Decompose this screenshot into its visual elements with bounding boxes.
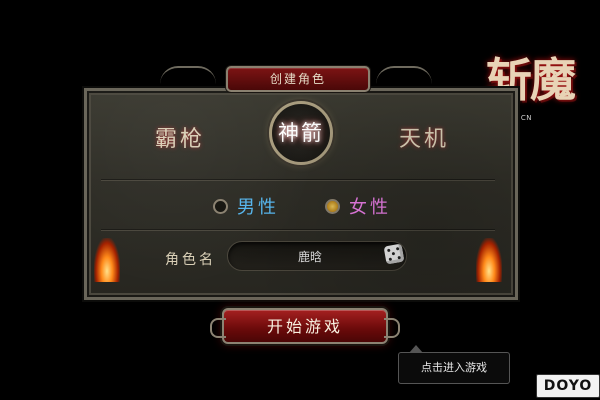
divider [101, 179, 495, 180]
gender-option-male[interactable]: 男性 [213, 193, 279, 219]
random-name-dice-icon[interactable] [383, 243, 405, 265]
gender-male-label: 男性 [237, 197, 279, 218]
radio-male[interactable] [213, 198, 228, 214]
divider [101, 229, 495, 230]
character-name-input[interactable]: 鹿晗 [227, 241, 407, 271]
class-tab-archer-selected[interactable]: 神箭 [269, 101, 333, 165]
gender-option-female[interactable]: 女性 [325, 193, 391, 219]
radio-female[interactable] [325, 198, 340, 214]
gender-female-label: 女性 [349, 197, 391, 218]
class-selector: 霸枪 神箭 天机 [87, 91, 515, 181]
gender-selector: 男性 女性 [87, 187, 515, 223]
create-character-panel: 霸枪 神箭 天机 男性 女性 角色名 鹿晗 [84, 88, 518, 300]
class-tab-tianji[interactable]: 天机 [399, 121, 449, 153]
dialog-title: 创建角色 [226, 66, 370, 92]
name-label: 角色名 [165, 252, 216, 268]
flame-icon [476, 238, 502, 282]
watermark: DOYO [536, 374, 600, 398]
start-game-button[interactable]: 开始游戏 [210, 308, 400, 344]
class-tab-spear[interactable]: 霸枪 [155, 121, 205, 153]
name-row: 角色名 鹿晗 [87, 239, 515, 279]
tooltip: 点击进入游戏 [398, 345, 510, 384]
flame-icon [94, 238, 120, 282]
